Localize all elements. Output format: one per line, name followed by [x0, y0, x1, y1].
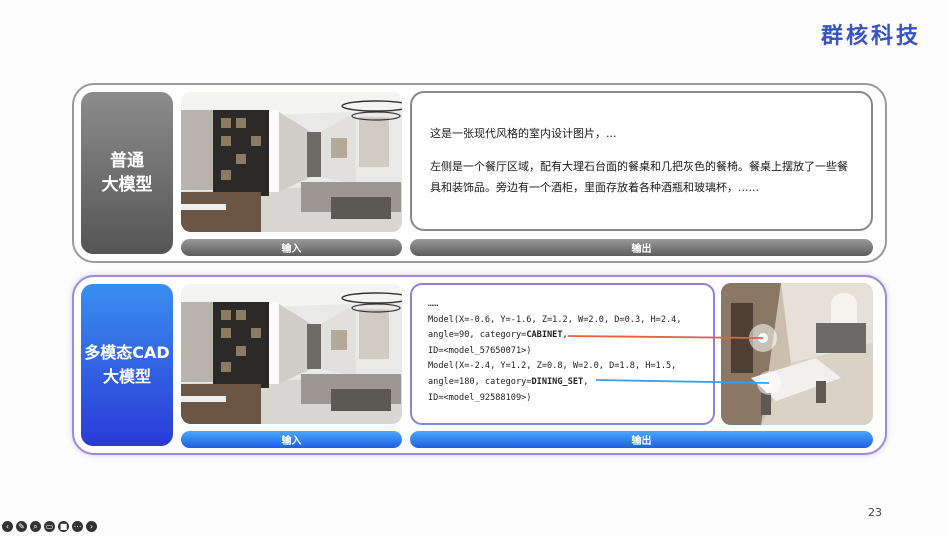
- more-options-icon[interactable]: ⋯: [72, 521, 83, 532]
- code-line-1: Model(X=-0.6, Y=-1.6, Z=1.2, W=2.0, D=0.…: [428, 314, 682, 325]
- brand-logo-text: 群核科技: [820, 24, 921, 49]
- next-slide-icon[interactable]: ›: [86, 521, 97, 532]
- general-model-label-line1: 普通: [110, 151, 144, 171]
- zoom-icon[interactable]: ⌕: [30, 521, 41, 532]
- general-model-output-text: 这是一张现代风格的室内设计图片，... 左侧是一个餐厅区域，配有大理石台面的餐桌…: [410, 91, 873, 231]
- code-line-2-prefix: angle=90, category=: [428, 330, 527, 341]
- connector-lines: [567, 335, 770, 384]
- output-bar-row2: 输出: [410, 431, 873, 448]
- category-cabinet: CABINET: [526, 330, 563, 341]
- general-model-label: 普通 大模型: [81, 92, 173, 254]
- input-room-photo: [181, 92, 402, 232]
- pen-icon[interactable]: ✎: [16, 521, 27, 532]
- previous-slide-icon[interactable]: ‹: [2, 521, 13, 532]
- slide: 群核科技 普通 大模型 这是一张现代风格的室内设计图片，... 左侧是一个餐厅区…: [0, 0, 949, 536]
- multimodal-cad-label-line2: 大模型: [102, 367, 151, 386]
- input-bar-row1: 输入: [181, 239, 402, 256]
- code-line-5-prefix: angle=180, category=: [428, 376, 532, 387]
- input-room-photo-2: [181, 284, 402, 424]
- output-bar-row1: 输出: [410, 239, 873, 256]
- camera-icon[interactable]: ■: [58, 521, 69, 532]
- cabinet-connector-line: [567, 335, 764, 339]
- subtitle-icon[interactable]: ▭: [44, 521, 55, 532]
- general-model-label-line2: 大模型: [101, 175, 153, 195]
- output-text-line1: 这是一张现代风格的室内设计图片，...: [430, 127, 617, 140]
- page-number: 23: [868, 506, 882, 519]
- multimodal-cad-label-line1: 多模态CAD: [84, 343, 170, 362]
- multimodal-cad-label: 多模态CAD 大模型: [81, 284, 173, 446]
- output-text-paragraph: 左侧是一个餐厅区域，配有大理石台面的餐桌和几把灰色的餐椅。餐桌上摆放了一些餐具和…: [430, 160, 848, 194]
- code-line-ellipsis: ……: [428, 299, 439, 309]
- dining-set-connector-line: [595, 379, 770, 384]
- presentation-toolbar: ‹ ✎ ⌕ ▭ ■ ⋯ ›: [2, 521, 97, 532]
- input-bar-row2: 输入: [181, 431, 402, 448]
